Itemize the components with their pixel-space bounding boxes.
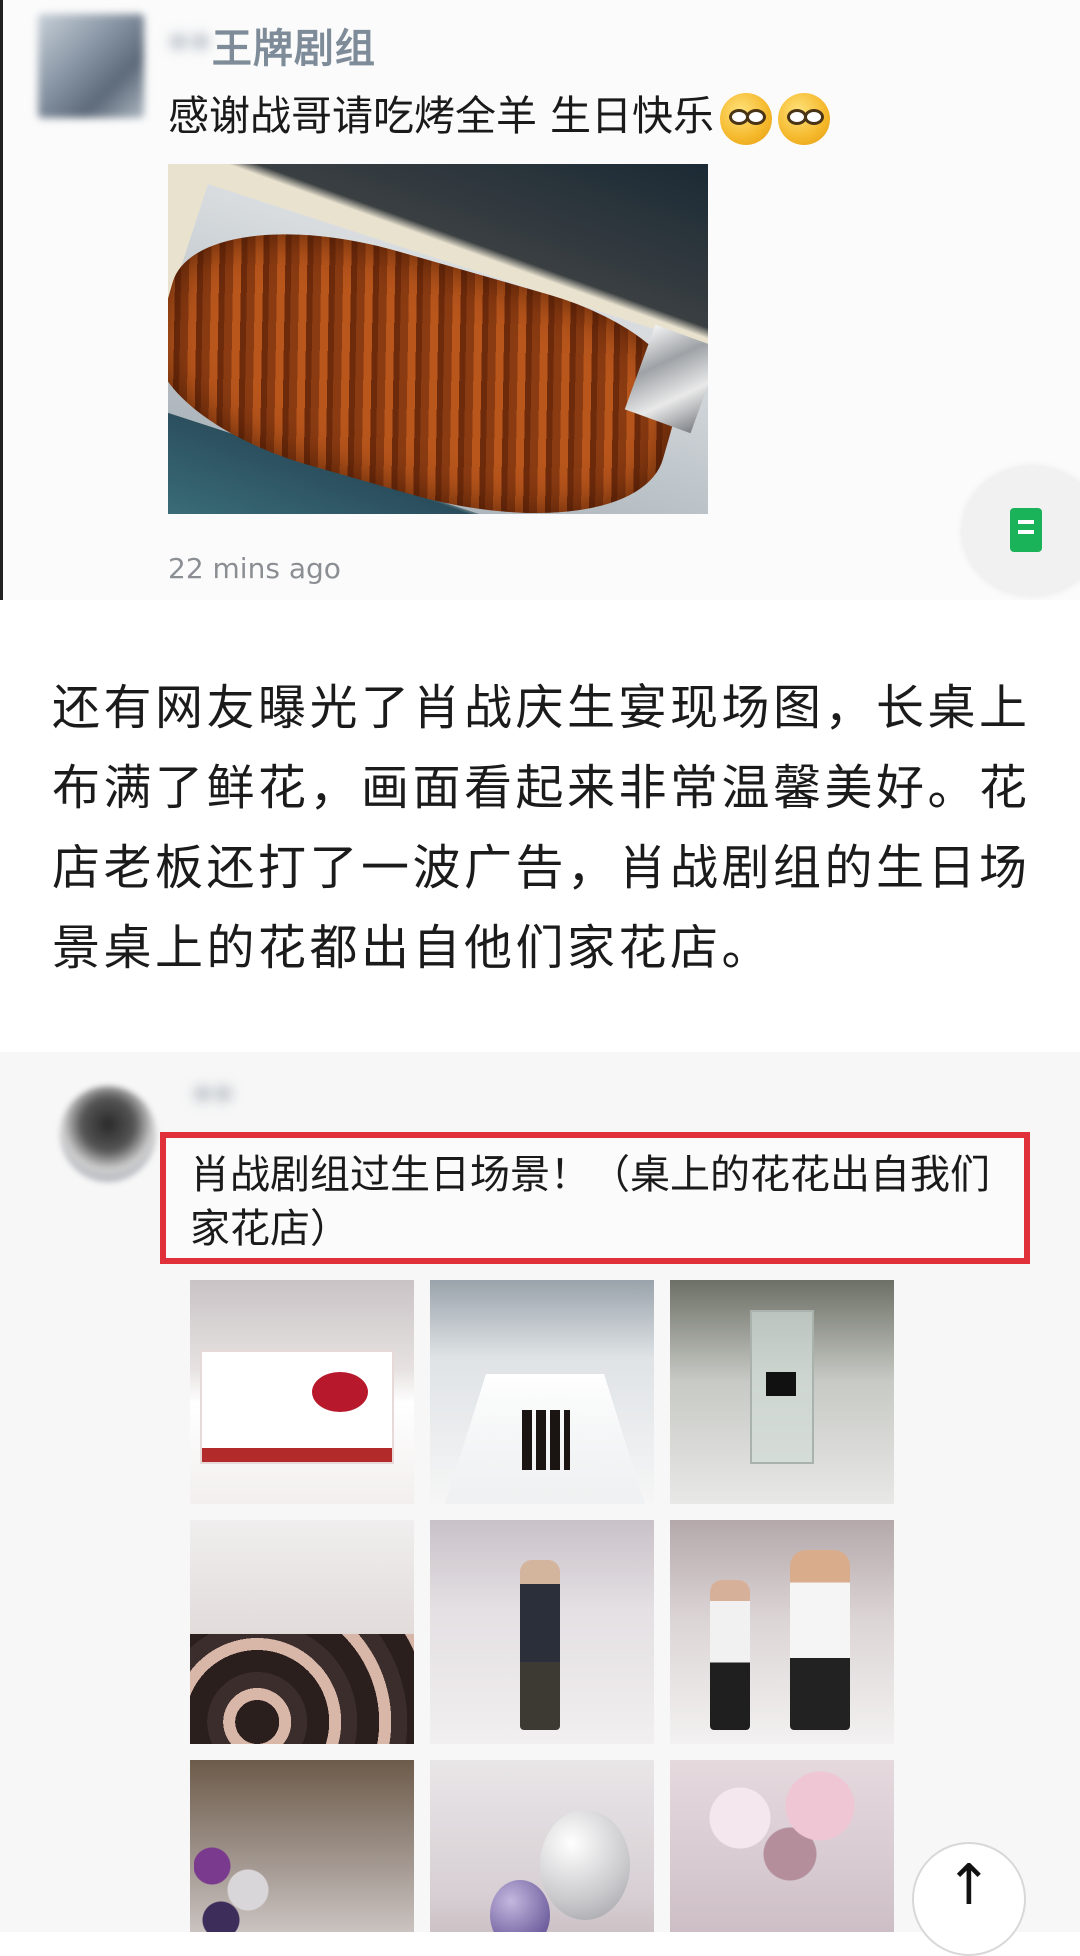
comment-message: 感谢战哥请吃烤全羊 生日快乐: [168, 82, 831, 145]
roast-lamb: [168, 194, 698, 514]
avatar: [60, 1086, 156, 1182]
balloon: [540, 1810, 630, 1920]
comment-screenshot-2: ** 肖战剧组过生日场景！（桌上的花花出自我们家花店）: [0, 1052, 1080, 1932]
balloons: [194, 1830, 284, 1932]
photo-balloons[interactable]: [430, 1760, 654, 1932]
photo-long-table[interactable]: [430, 1280, 654, 1504]
scroll-to-top-button[interactable]: ↑: [912, 1842, 1026, 1956]
photo-vase[interactable]: [670, 1280, 894, 1504]
avatar: [38, 14, 144, 118]
username-blurred: **: [192, 1078, 234, 1124]
photo-guests-walking[interactable]: [670, 1520, 894, 1744]
photo-person-walking[interactable]: [430, 1520, 654, 1744]
thinking-face-icon: [720, 93, 773, 145]
photo-grid: [190, 1280, 894, 1932]
screenshot-border: [0, 0, 3, 600]
person: [790, 1550, 850, 1730]
article-paragraph: 还有网友曝光了肖战庆生宴现场图，长桌上布满了鲜花，画面看起来非常温馨美好。花店老…: [52, 680, 1031, 976]
balloon: [490, 1880, 550, 1932]
username-visible: 王牌剧组: [211, 26, 376, 72]
bottles: [522, 1410, 570, 1470]
arrow-up-icon: ↑: [945, 1853, 993, 1918]
floating-action-button[interactable]: [962, 466, 1080, 596]
crowd: [190, 1634, 414, 1744]
photo-cake[interactable]: [190, 1280, 414, 1504]
document-icon: [1010, 508, 1042, 552]
username: **王牌剧组: [168, 16, 376, 74]
username-blurred: **: [168, 26, 212, 72]
photo-balloons-left[interactable]: [190, 1760, 414, 1932]
comment-text: 感谢战哥请吃烤全羊 生日快乐: [168, 92, 715, 140]
person: [520, 1560, 560, 1730]
photo-flowers[interactable]: [670, 1760, 894, 1932]
photo-guests[interactable]: [190, 1520, 414, 1744]
person: [710, 1580, 750, 1730]
roast-lamb-photo: [168, 164, 708, 514]
vase: [750, 1310, 814, 1464]
flowers: [680, 1770, 880, 1890]
thinking-face-icon: [778, 93, 831, 145]
cake: [200, 1350, 394, 1464]
comment-screenshot-1: **王牌剧组 感谢战哥请吃烤全羊 生日快乐 22 mins ago: [0, 0, 1080, 600]
timestamp: 22 mins ago: [168, 552, 341, 585]
comment-text: 肖战剧组过生日场景！（桌上的花花出自我们家花店）: [190, 1152, 990, 1252]
